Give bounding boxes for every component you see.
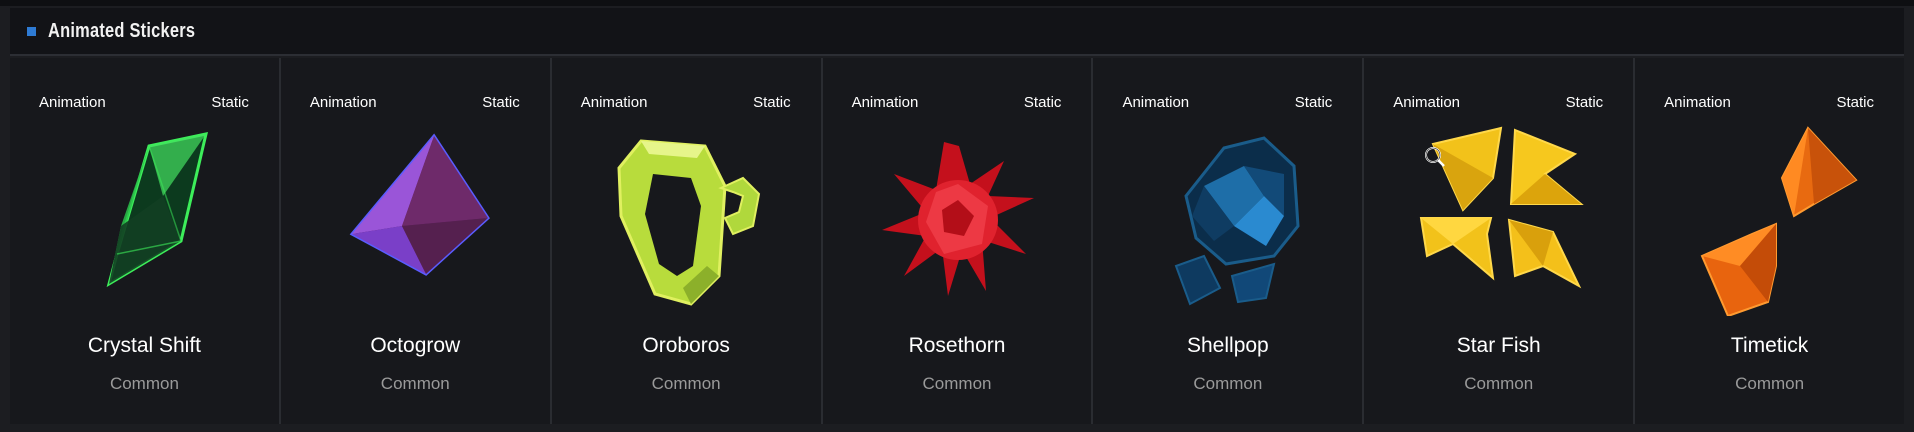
static-toggle[interactable]: Static xyxy=(1024,94,1062,111)
sticker-name: Shellpop xyxy=(1187,334,1269,357)
animation-toggle[interactable]: Animation xyxy=(581,94,648,111)
animation-toggle[interactable]: Animation xyxy=(39,94,106,111)
sticker-card-rosethorn[interactable]: Animation Static Rosethorn Common xyxy=(822,58,1092,424)
static-toggle[interactable]: Static xyxy=(1566,94,1604,111)
blue-shell-icon xyxy=(1175,136,1300,306)
animation-toggle[interactable]: Animation xyxy=(310,94,377,111)
sticker-name: Crystal Shift xyxy=(87,334,202,357)
sticker-name: Timetick xyxy=(1730,334,1809,357)
sticker-grid: Animation Static Crystal Shift Common An… xyxy=(10,58,1905,424)
static-toggle[interactable]: Static xyxy=(482,94,520,111)
sticker-card-oroboros[interactable]: Animation Static Oroboros Common xyxy=(551,58,821,424)
sticker-rarity: Common xyxy=(109,374,179,393)
sticker-name: Oroboros xyxy=(642,334,730,357)
sticker-rarity: Common xyxy=(1735,374,1805,393)
static-toggle[interactable]: Static xyxy=(211,94,249,111)
sticker-rarity: Common xyxy=(651,374,721,393)
static-toggle[interactable]: Static xyxy=(1295,94,1333,111)
section-title: Animated Stickers xyxy=(48,19,196,42)
sticker-rarity: Common xyxy=(380,374,450,393)
magnifier-cursor-icon xyxy=(1425,147,1445,167)
sticker-name: Rosethorn xyxy=(908,334,1006,357)
sticker-rarity: Common xyxy=(1193,374,1263,393)
sticker-name: Octogrow xyxy=(370,334,461,357)
animation-toggle[interactable]: Animation xyxy=(1122,94,1189,111)
sticker-name: Star Fish xyxy=(1456,334,1541,357)
sticker-card-star-fish[interactable]: Animation Static Star Fish Common xyxy=(1364,58,1634,424)
static-toggle[interactable]: Static xyxy=(1837,94,1875,111)
sticker-card-octogrow[interactable]: Animation Static Octogrow Common xyxy=(280,58,550,424)
sticker-card-crystal-shift[interactable]: Animation Static Crystal Shift Common xyxy=(10,58,279,424)
section-header: Animated Stickers xyxy=(10,8,1904,56)
square-bullet-icon xyxy=(27,26,36,36)
sticker-rarity: Common xyxy=(922,374,992,393)
top-edge xyxy=(0,0,1914,6)
yellow-green-ring-icon xyxy=(617,139,760,306)
sticker-card-timetick[interactable]: Animation Static Timetick Common xyxy=(1635,58,1905,424)
animation-toggle[interactable]: Animation xyxy=(852,94,919,111)
green-crystal-icon xyxy=(106,132,208,288)
animation-toggle[interactable]: Animation xyxy=(1664,94,1731,111)
sticker-rarity: Common xyxy=(1464,374,1534,393)
sticker-card-shellpop[interactable]: Animation Static Shellpop Common xyxy=(1093,58,1363,424)
static-toggle[interactable]: Static xyxy=(753,94,791,111)
purple-octahedron-icon xyxy=(349,133,490,276)
red-spiky-ball-icon xyxy=(881,142,1034,296)
animation-toggle[interactable]: Animation xyxy=(1393,94,1460,111)
orange-hourglass-icon xyxy=(1700,126,1858,316)
